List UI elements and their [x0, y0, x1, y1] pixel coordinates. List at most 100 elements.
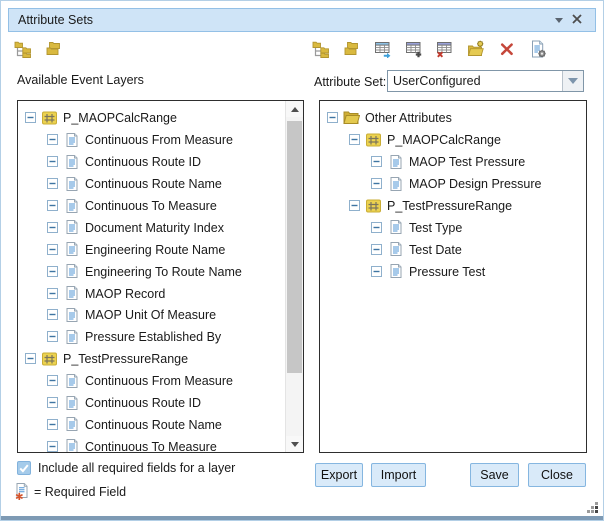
tree-expander-minus[interactable]: [371, 156, 382, 167]
include-required-fields-label: Include all required fields for a layer: [38, 461, 235, 475]
scrollbar-down-button[interactable]: [286, 436, 303, 452]
tree-item[interactable]: MAOP Unit Of Measure: [18, 304, 303, 326]
chevron-down-icon: [555, 18, 563, 23]
tree-expander-minus[interactable]: [371, 222, 382, 233]
export-button[interactable]: Export: [315, 463, 363, 487]
doc-icon: [63, 264, 80, 278]
doc-icon: [387, 220, 404, 234]
required-field-icon: [15, 483, 29, 500]
tree-item[interactable]: Pressure Established By: [18, 326, 303, 348]
tree-item[interactable]: MAOP Design Pressure: [320, 173, 586, 195]
tree-item[interactable]: MAOP Test Pressure: [320, 151, 586, 173]
layer-icon: [41, 111, 58, 125]
tree-expander-minus[interactable]: [47, 244, 58, 255]
tree-item[interactable]: P_TestPressureRange: [320, 195, 586, 217]
vertical-scrollbar[interactable]: [285, 101, 303, 452]
tree-expander-minus[interactable]: [371, 244, 382, 255]
tree-item[interactable]: Test Date: [320, 238, 586, 260]
include-required-fields-row: Include all required fields for a layer: [17, 461, 235, 475]
tree-item[interactable]: Continuous Route ID: [18, 151, 303, 173]
attribute-set-tree: Other AttributesP_MAOPCalcRangeMAOP Test…: [320, 101, 586, 282]
tree-expander-minus[interactable]: [349, 134, 360, 145]
folder-new-button[interactable]: [467, 40, 485, 58]
include-required-fields-checkbox[interactable]: [17, 461, 31, 475]
tree-expander-minus[interactable]: [25, 353, 36, 364]
table-add-button[interactable]: [405, 40, 423, 58]
tree-expander-minus[interactable]: [371, 266, 382, 277]
doc-icon: [63, 199, 80, 213]
table-delete-button[interactable]: [436, 40, 454, 58]
tree-item-label: Continuous Route ID: [85, 154, 201, 169]
tree-item[interactable]: Continuous Route ID: [18, 392, 303, 414]
save-button[interactable]: Save: [470, 463, 519, 487]
tree-item[interactable]: MAOP Record: [18, 282, 303, 304]
report-settings-button[interactable]: [529, 40, 547, 58]
tree-expander-minus[interactable]: [47, 222, 58, 233]
tree-item[interactable]: P_MAOPCalcRange: [18, 107, 303, 129]
doc-icon: [63, 133, 80, 147]
doc-icon: [63, 417, 80, 431]
doc-icon: [387, 242, 404, 256]
tree-item-label: Pressure Established By: [85, 329, 221, 344]
tree-item[interactable]: Pressure Test: [320, 260, 586, 282]
attribute-sets-dialog: Attribute Sets Available Event Layers At…: [0, 0, 604, 521]
tree-item[interactable]: Continuous To Measure: [18, 435, 303, 453]
tree-item-label: P_TestPressureRange: [63, 351, 188, 366]
tree-item[interactable]: Continuous Route Name: [18, 173, 303, 195]
tree-item[interactable]: Test Type: [320, 216, 586, 238]
tree-expander-minus[interactable]: [47, 178, 58, 189]
import-button[interactable]: Import: [371, 463, 426, 487]
tree-item[interactable]: P_MAOPCalcRange: [320, 129, 586, 151]
folder-tree-button[interactable]: [312, 40, 330, 58]
tree-item[interactable]: P_TestPressureRange: [18, 348, 303, 370]
tree-item[interactable]: Engineering Route Name: [18, 238, 303, 260]
tree-item[interactable]: Continuous From Measure: [18, 129, 303, 151]
tree-item[interactable]: Continuous To Measure: [18, 195, 303, 217]
tree-item-label: MAOP Record: [85, 286, 165, 301]
table-export-button[interactable]: [374, 40, 392, 58]
tree-expander-minus[interactable]: [47, 441, 58, 452]
toolbar-left: [14, 40, 63, 58]
tree-expander-minus[interactable]: [47, 419, 58, 430]
tree-expander-minus[interactable]: [47, 397, 58, 408]
tree-expander-minus[interactable]: [47, 331, 58, 342]
folder-new-icon: [467, 40, 485, 58]
tree-item[interactable]: Engineering To Route Name: [18, 260, 303, 282]
folder-tree-button[interactable]: [14, 40, 32, 58]
attribute-set-select[interactable]: UserConfigured: [387, 70, 584, 92]
delete-x-button[interactable]: [498, 40, 516, 58]
tree-expander-minus[interactable]: [47, 266, 58, 277]
tree-item[interactable]: Continuous Route Name: [18, 413, 303, 435]
folders-button[interactable]: [45, 40, 63, 58]
doc-icon: [387, 155, 404, 169]
tree-item[interactable]: Document Maturity Index: [18, 216, 303, 238]
doc-icon: [63, 308, 80, 322]
tree-expander-minus[interactable]: [47, 134, 58, 145]
scrollbar-up-button[interactable]: [286, 101, 303, 117]
folders-button[interactable]: [343, 40, 361, 58]
scrollbar-thumb[interactable]: [287, 121, 302, 373]
tree-expander-minus[interactable]: [47, 375, 58, 386]
tree-expander-minus[interactable]: [47, 309, 58, 320]
folder-tree-icon: [312, 40, 330, 58]
close-dialog-button[interactable]: Close: [528, 463, 586, 487]
resize-grip[interactable]: [586, 501, 599, 514]
tree-item-label: MAOP Design Pressure: [409, 176, 541, 191]
tree-expander-minus[interactable]: [47, 288, 58, 299]
tree-item[interactable]: Continuous From Measure: [18, 370, 303, 392]
layer-icon: [41, 352, 58, 366]
doc-icon: [63, 330, 80, 344]
tree-expander-minus[interactable]: [25, 112, 36, 123]
tree-expander-minus[interactable]: [371, 178, 382, 189]
tree-expander-minus[interactable]: [47, 156, 58, 167]
tree-expander-minus[interactable]: [327, 112, 338, 123]
attribute-set-dropdown-button[interactable]: [562, 71, 583, 91]
triangle-down-icon: [291, 442, 299, 447]
tree-expander-minus[interactable]: [47, 200, 58, 211]
tree-item[interactable]: Other Attributes: [320, 107, 586, 129]
tree-expander-minus[interactable]: [349, 200, 360, 211]
titlebar-menu-button[interactable]: [550, 11, 568, 29]
close-button[interactable]: [568, 11, 586, 29]
tree-item-label: Continuous To Measure: [85, 198, 217, 213]
doc-icon: [63, 439, 80, 453]
